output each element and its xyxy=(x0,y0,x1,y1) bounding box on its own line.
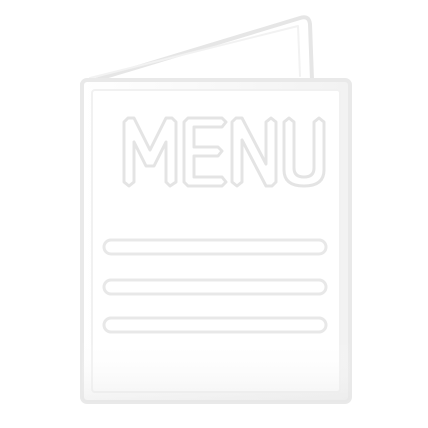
menu-line-1 xyxy=(102,238,328,256)
menu-line-3 xyxy=(102,316,328,334)
back-page xyxy=(80,15,314,86)
menu-line-2 xyxy=(102,278,328,296)
menu-icon-canvas xyxy=(0,0,428,428)
menu-icon xyxy=(80,15,352,404)
menu-lines xyxy=(102,238,328,334)
